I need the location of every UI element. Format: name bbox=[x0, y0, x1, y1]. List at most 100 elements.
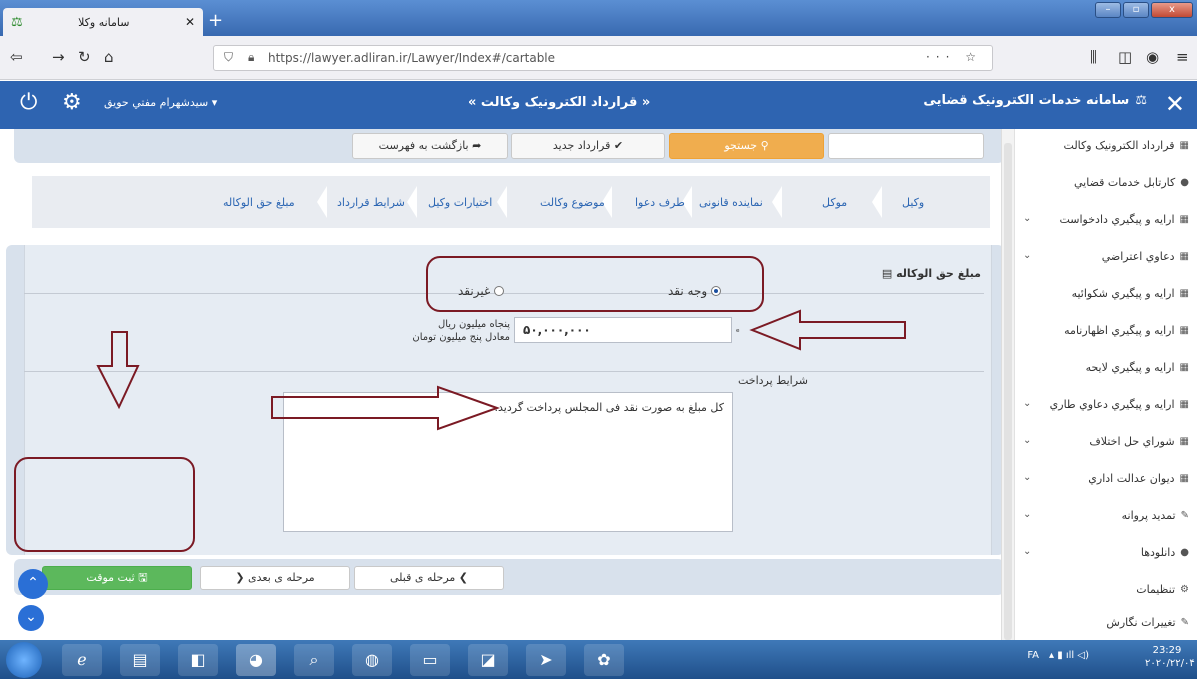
sidebar-icon[interactable]: ◫ bbox=[1118, 48, 1132, 66]
url-text[interactable]: https://lawyer.adliran.ir/Lawyer/Index#/… bbox=[268, 51, 555, 65]
sidebar-item-incidental[interactable]: ▦ ارايه و پيگيري دعاوي طاري bbox=[1050, 398, 1189, 411]
app-header: ✕ ⚖ سامانه خدمات الکترونیک قضایی « قرارد… bbox=[0, 81, 1197, 129]
next-step-button[interactable]: مرحله ی بعدی ❮ bbox=[200, 566, 350, 590]
whatsapp-icon[interactable]: ◍ bbox=[352, 644, 392, 676]
step-client[interactable]: موکل bbox=[822, 196, 847, 209]
chevron-down-icon[interactable]: ⌄ bbox=[1023, 435, 1031, 446]
step-powers[interactable]: اختیارات وکیل bbox=[428, 196, 492, 209]
payment-terms-textarea[interactable]: کل مبلغ به صورت نقد فی المجلس پرداخت گرد… bbox=[283, 392, 733, 532]
menu-icon[interactable]: ≡ bbox=[1176, 48, 1189, 66]
chevron-down-icon[interactable]: ⌄ bbox=[1023, 472, 1031, 483]
chevron-down-icon[interactable]: ⌄ bbox=[1023, 509, 1031, 520]
sidebar-item-settings[interactable]: ⚙ تنظيمات bbox=[1136, 583, 1189, 596]
step-subject[interactable]: موضوع وکالت bbox=[540, 196, 605, 209]
ie-icon[interactable]: ℯ bbox=[62, 644, 102, 676]
paint-icon[interactable]: ✿ bbox=[584, 644, 624, 676]
back-icon[interactable]: ⇦ bbox=[10, 48, 23, 66]
doc-icon: ▦ bbox=[1179, 362, 1189, 373]
language-indicator[interactable]: FA bbox=[1027, 650, 1039, 661]
search-button[interactable]: ⚲ جستجو bbox=[669, 133, 824, 159]
main-scrollbar[interactable] bbox=[1001, 129, 1014, 640]
page-actions-icon[interactable]: ··· ☆ bbox=[926, 50, 982, 64]
chevron-right-icon: ❯ bbox=[458, 571, 468, 584]
step-separator bbox=[407, 186, 417, 218]
tray-icons[interactable]: ▴ ▮ ıll ◁) bbox=[1049, 650, 1129, 661]
forward-icon[interactable]: → bbox=[52, 48, 65, 66]
step-fee[interactable]: مبلغ حق الوکاله bbox=[223, 196, 295, 209]
sidebar: ▦ قرارداد الکترونیک وکالت ● کارتابل خدمات … bbox=[1014, 129, 1197, 640]
scroll-thumb[interactable] bbox=[1004, 143, 1012, 640]
sidebar-item-version-changes[interactable]: ✎ تغييرات نگارش bbox=[1106, 616, 1189, 629]
chevron-down-icon[interactable]: ⌄ bbox=[1023, 213, 1031, 224]
search-app-icon[interactable]: ⌕ bbox=[294, 644, 334, 676]
pen-icon: ✎ bbox=[1180, 617, 1189, 628]
chevron-down-icon[interactable]: ⌄ bbox=[1023, 398, 1031, 409]
address-bar[interactable]: ⛉ 🔒︎ https://lawyer.adliran.ir/Lawyer/In… bbox=[213, 45, 993, 71]
sidebar-item-admin-court[interactable]: ▦ ديوان عدالت اداري bbox=[1088, 472, 1189, 485]
search-input[interactable] bbox=[828, 133, 984, 159]
sidebar-item-brief[interactable]: ▦ ارايه و پيگيري لايحه bbox=[1086, 361, 1189, 374]
lock-icon[interactable]: 🔒︎ bbox=[248, 50, 254, 65]
sidebar-item-cartable[interactable]: ● کارتابل خدمات قضايي bbox=[1074, 176, 1189, 189]
sidebar-item-petition[interactable]: ▦ ارايه و پيگيري دادخواست bbox=[1059, 213, 1189, 226]
annotation-radio-highlight bbox=[426, 256, 764, 312]
tab-close-icon[interactable]: ✕ bbox=[185, 15, 195, 29]
step-separator bbox=[317, 186, 327, 218]
start-button[interactable] bbox=[6, 642, 42, 678]
step-separator bbox=[497, 186, 507, 218]
sidebar-item-license-renewal[interactable]: ✎ تمديد پروانه bbox=[1122, 509, 1189, 522]
new-tab-icon[interactable]: + bbox=[208, 10, 223, 31]
ticket-icon: ✎ bbox=[1180, 510, 1189, 521]
gear-icon: ⚙ bbox=[1180, 584, 1189, 595]
browser-tab[interactable]: ✕ سامانه وکلا ⚖ bbox=[3, 8, 203, 36]
prev-step-button[interactable]: ❯ مرحله ی قبلی bbox=[354, 566, 504, 590]
office-icon[interactable]: ◧ bbox=[178, 644, 218, 676]
step-opposing-party[interactable]: طرف دعوا bbox=[635, 196, 685, 209]
new-contract-button[interactable]: ✔ قرارداد جدید bbox=[511, 133, 665, 159]
chevron-down-icon[interactable]: ⌄ bbox=[1023, 546, 1031, 557]
doc-icon: ▦ bbox=[1179, 325, 1189, 336]
sidebar-item-declaration[interactable]: ▦ ارايه و پيگيري اظهارنامه bbox=[1064, 324, 1189, 337]
close-menu-icon[interactable]: ✕ bbox=[1165, 90, 1185, 118]
reload-icon[interactable]: ↻ bbox=[78, 48, 91, 66]
temp-save-button[interactable]: 🖫 ثبت موقت bbox=[42, 566, 192, 590]
back-to-list-button[interactable]: ➦ بازگشت به فهرست bbox=[352, 133, 508, 159]
shield-icon[interactable]: ⛉ bbox=[224, 50, 233, 65]
window-controls: – ▫ x bbox=[1095, 2, 1193, 18]
clock[interactable]: 23:29 ۲۰۲۰/۲۲/۰۴ bbox=[1145, 644, 1195, 670]
user-menu[interactable]: ▾ سیدشهرام مفتي حويق bbox=[104, 96, 217, 109]
media-icon[interactable]: ◪ bbox=[468, 644, 508, 676]
chevron-down-icon[interactable]: ⌄ bbox=[1023, 250, 1031, 261]
maximize-icon[interactable]: ▫ bbox=[1123, 2, 1149, 18]
brand: ⚖ سامانه خدمات الکترونیک قضایی bbox=[923, 93, 1147, 108]
sidebar-item-e-contract[interactable]: ▦ قرارداد الکترونیک وکالت bbox=[1064, 139, 1189, 152]
library-icon[interactable]: ⫼ bbox=[1090, 48, 1097, 66]
firefox-icon[interactable]: ◕ bbox=[236, 644, 276, 676]
step-terms[interactable]: شرایط قرارداد bbox=[337, 196, 405, 209]
gear-icon[interactable]: ⚙ bbox=[62, 90, 82, 115]
account-icon[interactable]: ◉ bbox=[1146, 48, 1159, 66]
scales-logo-icon: ⚖ bbox=[1135, 93, 1147, 108]
chevron-left-icon: ❮ bbox=[235, 571, 245, 584]
sidebar-item-objections[interactable]: ▦ دعاوي اعتراضي bbox=[1102, 250, 1189, 263]
brand-title: سامانه خدمات الکترونیک قضایی bbox=[923, 93, 1130, 108]
doc-icon: ▦ bbox=[1179, 288, 1189, 299]
explorer-icon[interactable]: ▤ bbox=[120, 644, 160, 676]
scroll-up-button[interactable]: ⌃ bbox=[18, 569, 48, 599]
home-icon[interactable]: ⌂ bbox=[104, 48, 114, 66]
power-icon[interactable]: ⏻ bbox=[20, 90, 37, 115]
telegram-icon[interactable]: ➤ bbox=[526, 644, 566, 676]
computer-icon[interactable]: ▭ bbox=[410, 644, 450, 676]
sidebar-item-dispute-council[interactable]: ▦ شوراي حل اختلاف bbox=[1089, 435, 1189, 448]
scroll-down-button[interactable]: ⌄ bbox=[18, 605, 44, 631]
amount-input[interactable]: ۵۰,۰۰۰,۰۰۰ bbox=[514, 317, 732, 343]
wizard-steps: وکیل موکل نماینده قانونی طرف دعوا موضوع … bbox=[32, 176, 990, 228]
minimize-icon[interactable]: – bbox=[1095, 2, 1121, 18]
taskbar: ℯ ▤ ◧ ◕ ⌕ ◍ ▭ ◪ ➤ ✿ FA ▴ ▮ ıll ◁) 23:29 … bbox=[0, 640, 1197, 679]
step-legal-rep[interactable]: نماینده قانونی bbox=[699, 196, 763, 209]
step-lawyer[interactable]: وکیل bbox=[902, 196, 924, 209]
search-icon: ⚲ bbox=[760, 139, 769, 152]
window-close-icon[interactable]: x bbox=[1151, 2, 1193, 18]
sidebar-item-complaint[interactable]: ▦ ارايه و پيگيري شکوائيه bbox=[1072, 287, 1189, 300]
sidebar-item-downloads[interactable]: ● دانلودها bbox=[1141, 546, 1189, 559]
